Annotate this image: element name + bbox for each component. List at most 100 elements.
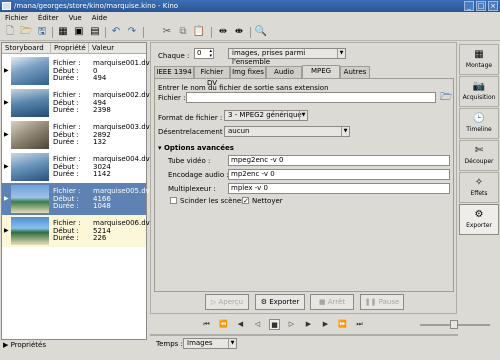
properties-label: Propriétés — [10, 341, 46, 349]
scene-values: marquise004.dv 3024 1142 — [93, 155, 150, 178]
col-storyboard[interactable]: Storyboard — [2, 43, 51, 54]
next-frame-icon[interactable]: ▶ — [303, 319, 314, 330]
deinterlace-label: Désentrelacement : — [158, 128, 228, 136]
menu-editer[interactable]: Éditer — [38, 14, 59, 22]
video-pipe-input[interactable]: mpeg2enc -v 0 — [228, 155, 450, 166]
expander-icon[interactable]: ▶ — [4, 227, 9, 234]
undo-icon[interactable]: ↶ — [109, 25, 123, 39]
redo-icon[interactable]: ↷ — [125, 25, 139, 39]
browse-folder-icon[interactable]: 🗁 — [440, 92, 452, 103]
expander-icon[interactable]: ▶ — [4, 195, 9, 202]
scene-labels: Fichier : Début : Durée : — [53, 219, 81, 242]
expander-icon[interactable]: ▶ — [4, 163, 9, 170]
film-icon[interactable]: ▦ — [56, 25, 70, 39]
col-propriete[interactable]: Propriété — [51, 43, 89, 54]
stop-button[interactable]: ■ Arrêt — [310, 294, 354, 310]
prev-scene-icon[interactable]: ⏪ — [218, 319, 229, 330]
scene-labels: Fichier : Début : Durée : — [53, 91, 81, 114]
format-select[interactable]: 3 - MPEG2 générique ▼ — [224, 110, 308, 121]
shuttle-slider-handle[interactable] — [450, 320, 458, 329]
sidebar-item-timeline[interactable]: 🕒 Timeline — [459, 108, 499, 139]
menu-bar: Fichier Éditer Vue Aide — [0, 12, 500, 24]
scene-labels: Fichier : Début : Durée : — [53, 187, 81, 210]
close-button[interactable]: × — [488, 1, 498, 11]
magnifier-icon[interactable]: 🔍 — [254, 25, 268, 39]
paste-icon[interactable]: 📋 — [192, 25, 206, 39]
scene-row[interactable]: ▶ Fichier : Début : Durée : marquise006.dv… — [2, 215, 150, 247]
copy-icon[interactable]: ⧉ — [176, 25, 190, 39]
export-button[interactable]: ⚙ Exporter — [255, 294, 305, 310]
tab-ieee1394[interactable]: IEEE 1394 — [154, 66, 194, 78]
camera-icon: 📷 — [472, 81, 486, 92]
end-icon[interactable]: ⏭ — [354, 319, 365, 330]
toolbar-separator — [211, 27, 212, 38]
film-frame-icon[interactable]: ▣ — [72, 25, 86, 39]
toolbar-separator — [105, 27, 106, 38]
clean-checkbox[interactable]: ✓ — [242, 197, 249, 205]
film-strip-icon[interactable]: ▤ — [88, 25, 102, 39]
advanced-options-expander[interactable]: ▾ Options avancées — [158, 144, 234, 152]
next-scene-icon[interactable]: ⏩ — [337, 319, 348, 330]
properties-expander[interactable]: ▶ Propriétés — [0, 340, 148, 350]
range-select[interactable]: images, prises parmi l'ensemble ▼ — [228, 48, 346, 66]
split-scene-icon[interactable]: ⇹ — [216, 25, 230, 39]
step-back-icon[interactable]: ◁ — [252, 319, 263, 330]
expander-icon[interactable]: ▶ — [4, 131, 9, 138]
scene-row-selected[interactable]: ▶ Fichier : Début : Durée : marquise005.dv… — [2, 183, 150, 215]
save-icon[interactable]: 🖫 — [35, 25, 49, 39]
sidebar-item-effets[interactable]: ✧ Effets — [459, 172, 499, 203]
tab-autres[interactable]: Autres — [340, 66, 370, 78]
menu-aide[interactable]: Aide — [92, 14, 107, 22]
minimize-button[interactable]: _ — [464, 1, 474, 11]
pause-button[interactable]: ❚❚ Pause — [360, 294, 404, 310]
scene-row[interactable]: ▶ Fichier : Début : Durée : marquise003.dv… — [2, 119, 150, 151]
split-scenes-checkbox[interactable] — [170, 197, 177, 204]
tab-fichier-dv[interactable]: Fichier DV — [194, 66, 230, 87]
cut-icon[interactable]: ✂ — [160, 25, 174, 39]
tab-img-fixes[interactable]: Img fixes — [230, 66, 266, 78]
toolbar: 🗋 🗁 🖫 ▦ ▣ ▤ ↶ ↷ ✂ ⧉ 📋 ⇹ ⇼ 🔍 — [0, 24, 500, 41]
prev-frame-icon[interactable]: ◀ — [235, 319, 246, 330]
position-scrollbar[interactable] — [150, 334, 458, 336]
sidebar-item-exporter[interactable]: ⚙ Exporter — [459, 204, 499, 235]
tab-audio[interactable]: Audio — [266, 66, 302, 78]
scene-values: marquise001.dv 0 494 — [93, 59, 150, 82]
col-valeur[interactable]: Valeur — [89, 43, 146, 54]
preview-button[interactable]: ▷ Aperçu — [205, 294, 249, 310]
new-file-icon[interactable]: 🗋 — [3, 25, 17, 39]
scene-thumbnail — [11, 89, 49, 117]
sidebar-item-acquisition[interactable]: 📷 Acquisition — [459, 76, 499, 107]
clock-icon: 🕒 — [472, 113, 486, 124]
join-scenes-icon[interactable]: ⇼ — [232, 25, 246, 39]
play-icon[interactable]: ▷ — [286, 319, 297, 330]
pause-icon: ❚❚ — [364, 298, 379, 306]
temps-select[interactable]: Images ▼ — [183, 338, 237, 349]
scene-thumbnail — [11, 121, 49, 149]
advanced-options-label: Options avancées — [163, 144, 234, 152]
deinterlace-select[interactable]: aucun ▼ — [224, 126, 350, 137]
maximize-button[interactable]: □ — [476, 1, 486, 11]
scene-row[interactable]: ▶ Fichier : Début : Durée : marquise002.dv… — [2, 87, 150, 119]
multiplexer-input[interactable]: mplex -v 0 — [228, 183, 450, 194]
tab-mpeg[interactable]: MPEG — [302, 65, 340, 78]
start-icon[interactable]: ⏮ — [201, 319, 212, 330]
scene-thumbnail — [11, 185, 49, 213]
scene-row[interactable]: ▶ Fichier : Début : Durée : marquise001.dv… — [2, 55, 150, 87]
expander-icon[interactable]: ▶ — [4, 99, 9, 106]
mode-sidebar: ▦ Montage 📷 Acquisition 🕒 Timeline ✄ Découpe… — [459, 42, 499, 294]
file-input[interactable] — [186, 92, 436, 103]
menu-fichier[interactable]: Fichier — [5, 14, 28, 22]
menu-vue[interactable]: Vue — [69, 14, 82, 22]
chaque-spinner[interactable]: 0 ▴ ▾ — [194, 48, 214, 59]
step-forward-icon[interactable]: ▶ — [320, 319, 331, 330]
expander-icon[interactable]: ▶ — [4, 67, 9, 74]
spinner-arrows-icon[interactable]: ▴ ▾ — [209, 49, 212, 59]
sidebar-item-montage[interactable]: ▦ Montage — [459, 44, 499, 75]
toolbar-separator — [250, 27, 251, 38]
scene-row[interactable]: ▶ Fichier : Début : Durée : marquise004.dv… — [2, 151, 150, 183]
sidebar-item-decouper[interactable]: ✄ Découper — [459, 140, 499, 171]
audio-encoder-input[interactable]: mp2enc -v 0 — [228, 169, 450, 180]
open-folder-icon[interactable]: 🗁 — [19, 25, 33, 39]
scene-values: marquise006.dv 5214 226 — [93, 219, 150, 242]
stop-icon[interactable]: ■ — [269, 319, 280, 330]
